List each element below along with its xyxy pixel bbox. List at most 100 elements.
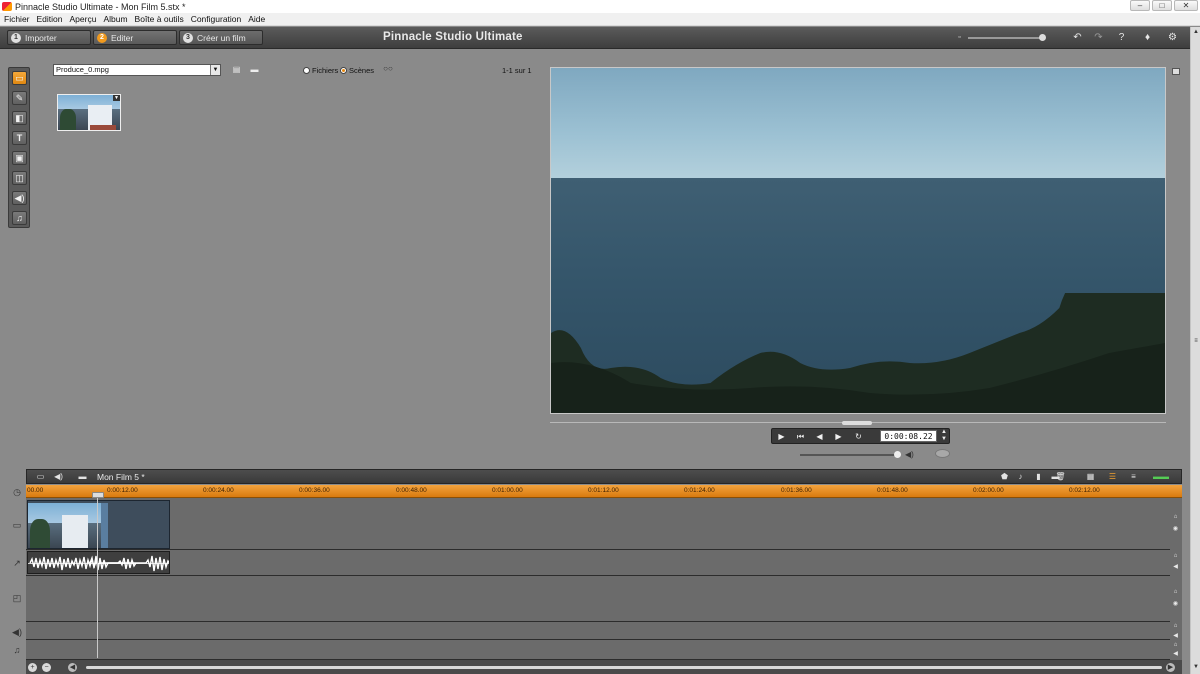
audio-track[interactable] bbox=[26, 550, 1170, 576]
loop-icon[interactable]: ↻ bbox=[850, 430, 867, 443]
menu-icon[interactable]: ◫ bbox=[12, 171, 27, 185]
scroll-left-icon[interactable]: ◀ bbox=[68, 663, 77, 672]
zoom-in-icon[interactable]: + bbox=[28, 663, 37, 672]
mode-toolbar: 1 Importer 2 Editer 3 Créer un film Pinn… bbox=[0, 27, 1190, 49]
undo-icon[interactable]: ↶ bbox=[1072, 32, 1083, 43]
view-scenes-radio[interactable]: Scènes bbox=[340, 66, 374, 75]
audio-track-icon[interactable]: ↗ bbox=[11, 558, 23, 568]
thumbnail-size-slider[interactable] bbox=[968, 37, 1044, 39]
timeline-ruler[interactable]: 00.00 0:00:12.00 0:00:24.00 0:00:36.00 0… bbox=[26, 485, 1182, 498]
close-button[interactable]: ✕ bbox=[1174, 0, 1198, 11]
marker-icon[interactable]: ⬟ bbox=[999, 472, 1010, 482]
menu-boite-a-outils[interactable]: Boîte à outils bbox=[135, 14, 184, 24]
speaker-icon[interactable]: ◀ bbox=[1172, 564, 1179, 570]
voiceover-icon[interactable]: ♪ bbox=[1015, 472, 1026, 482]
eye-icon[interactable]: ◉ bbox=[1172, 601, 1179, 607]
split-icon[interactable]: ▮ bbox=[1033, 472, 1044, 482]
chevron-down-icon[interactable]: ▼ bbox=[210, 65, 220, 75]
title-track[interactable] bbox=[26, 576, 1170, 622]
music-track[interactable] bbox=[26, 640, 1170, 660]
scroll-thumb-icon[interactable]: ≡ bbox=[1192, 337, 1200, 345]
step-forward-icon[interactable]: ▶ bbox=[830, 430, 847, 443]
ruler-tick: 0:00:36.00 bbox=[299, 487, 330, 494]
lightbulb-icon[interactable]: ♦ bbox=[1142, 32, 1153, 43]
view-files-radio[interactable]: Fichiers bbox=[303, 66, 338, 75]
storyboard-view-icon[interactable]: ▦ bbox=[1085, 472, 1096, 482]
source-file-select[interactable]: Produce_0.mpg ▼ bbox=[53, 64, 221, 76]
eye-icon[interactable]: ◉ bbox=[1172, 526, 1179, 532]
transition-icon[interactable]: ◧ bbox=[12, 111, 27, 125]
timeline-mode-icon[interactable]: ☰ bbox=[1107, 472, 1118, 482]
sound-icon[interactable]: ◀) bbox=[12, 191, 27, 205]
volume-knob[interactable] bbox=[894, 451, 901, 458]
video-clip[interactable] bbox=[27, 500, 170, 549]
help-icon[interactable]: ? bbox=[1116, 32, 1127, 43]
menu-aide[interactable]: Aide bbox=[248, 14, 265, 24]
timecode-spinner-icon[interactable]: ▲ ▼ bbox=[939, 429, 949, 443]
play-icon[interactable]: ▶ bbox=[773, 430, 790, 443]
lock-icon[interactable]: ⌂ bbox=[1172, 642, 1179, 648]
music-track-icon[interactable]: ♫ bbox=[11, 645, 23, 655]
timeline-horizontal-scrollbar[interactable] bbox=[86, 666, 1162, 669]
title-icon[interactable]: T bbox=[12, 131, 27, 145]
scene-thumbnail[interactable]: ▼ bbox=[57, 94, 121, 131]
volume-slider[interactable] bbox=[800, 454, 900, 456]
edit-icon[interactable]: ✎ bbox=[12, 91, 27, 105]
menu-edition[interactable]: Edition bbox=[37, 14, 63, 24]
radio-dot[interactable] bbox=[340, 67, 347, 74]
photo-icon[interactable]: ▣ bbox=[12, 151, 27, 165]
go-to-start-icon[interactable]: ⏮ bbox=[792, 430, 809, 443]
tab-editer[interactable]: 2 Editer bbox=[93, 30, 177, 45]
radio-dot[interactable] bbox=[303, 67, 310, 74]
lock-icon[interactable]: ⌂ bbox=[1172, 589, 1179, 595]
disc-output-icon[interactable] bbox=[935, 449, 950, 458]
settings-icon[interactable]: ⚙ bbox=[1167, 32, 1178, 43]
window-vertical-scrollbar[interactable]: ▲ ≡ ▼ bbox=[1190, 27, 1200, 674]
menu-album[interactable]: Album bbox=[103, 14, 127, 24]
minimize-button[interactable]: – bbox=[1130, 0, 1150, 11]
title-track-icon[interactable]: ◰ bbox=[11, 593, 23, 603]
scroll-up-icon[interactable]: ▲ bbox=[1192, 28, 1200, 36]
lock-icon[interactable]: ⌂ bbox=[1172, 553, 1179, 559]
speaker-icon[interactable]: ◀ bbox=[1172, 651, 1179, 657]
lock-icon[interactable]: ⌂ bbox=[1172, 514, 1179, 520]
zoom-out-icon[interactable]: − bbox=[42, 663, 51, 672]
playhead-handle[interactable] bbox=[92, 492, 104, 498]
timeline-toolbar: ▭ ◀) ▬ Mon Film 5 * ⬟ ♪ ▮ ▬ 🗑 ▦ ☰ ≡ ▬▬ bbox=[26, 469, 1182, 484]
audio-view-icon[interactable]: ◀) bbox=[53, 472, 64, 482]
audio-level-icon[interactable]: ▬▬ bbox=[1151, 472, 1171, 482]
video-track-icon[interactable]: ▭ bbox=[11, 520, 23, 530]
fullscreen-icon[interactable] bbox=[1172, 68, 1180, 75]
video-track[interactable] bbox=[26, 498, 1170, 550]
glasses-icon[interactable]: ○○ bbox=[379, 64, 397, 74]
scroll-down-icon[interactable]: ▼ bbox=[1192, 663, 1200, 671]
text-view-icon[interactable]: ≡ bbox=[1128, 472, 1139, 482]
step-back-icon[interactable]: ◀ bbox=[811, 430, 828, 443]
folder-icon[interactable]: ▬ bbox=[77, 472, 88, 482]
scrub-handle[interactable] bbox=[842, 421, 872, 425]
audio-clip[interactable] bbox=[27, 551, 170, 574]
delete-icon[interactable]: 🗑 bbox=[1055, 472, 1066, 482]
clip-thumbnail-edge bbox=[101, 503, 108, 548]
menu-apercu[interactable]: Aperçu bbox=[70, 14, 97, 24]
sound-effects-track[interactable] bbox=[26, 622, 1170, 640]
lock-icon[interactable]: ⌂ bbox=[1172, 623, 1179, 629]
scroll-right-icon[interactable]: ▶ bbox=[1166, 663, 1175, 672]
import-icon[interactable]: ▤ bbox=[231, 65, 242, 75]
timeline-view-icon[interactable]: ▭ bbox=[35, 472, 46, 482]
music-icon[interactable]: ♫ bbox=[12, 211, 27, 225]
thumbnail-menu-icon[interactable]: ▼ bbox=[113, 95, 120, 101]
tab-importer[interactable]: 1 Importer bbox=[7, 30, 91, 45]
timecode-display[interactable]: 0:00:08.22 bbox=[880, 430, 937, 442]
tab-creer-un-film[interactable]: 3 Créer un film bbox=[179, 30, 263, 45]
slider-knob[interactable] bbox=[1039, 34, 1046, 41]
menu-configuration[interactable]: Configuration bbox=[191, 14, 242, 24]
maximize-button[interactable]: □ bbox=[1152, 0, 1172, 11]
speaker-icon[interactable]: ◀ bbox=[1172, 633, 1179, 639]
menu-fichier[interactable]: Fichier bbox=[4, 14, 30, 24]
video-clip-icon[interactable]: ▭ bbox=[12, 71, 27, 85]
redo-icon[interactable]: ↷ bbox=[1093, 32, 1104, 43]
sound-track-icon[interactable]: ◀) bbox=[11, 627, 23, 637]
folder-icon[interactable]: ▬ bbox=[249, 65, 260, 75]
tab-label: Créer un film bbox=[197, 32, 246, 43]
